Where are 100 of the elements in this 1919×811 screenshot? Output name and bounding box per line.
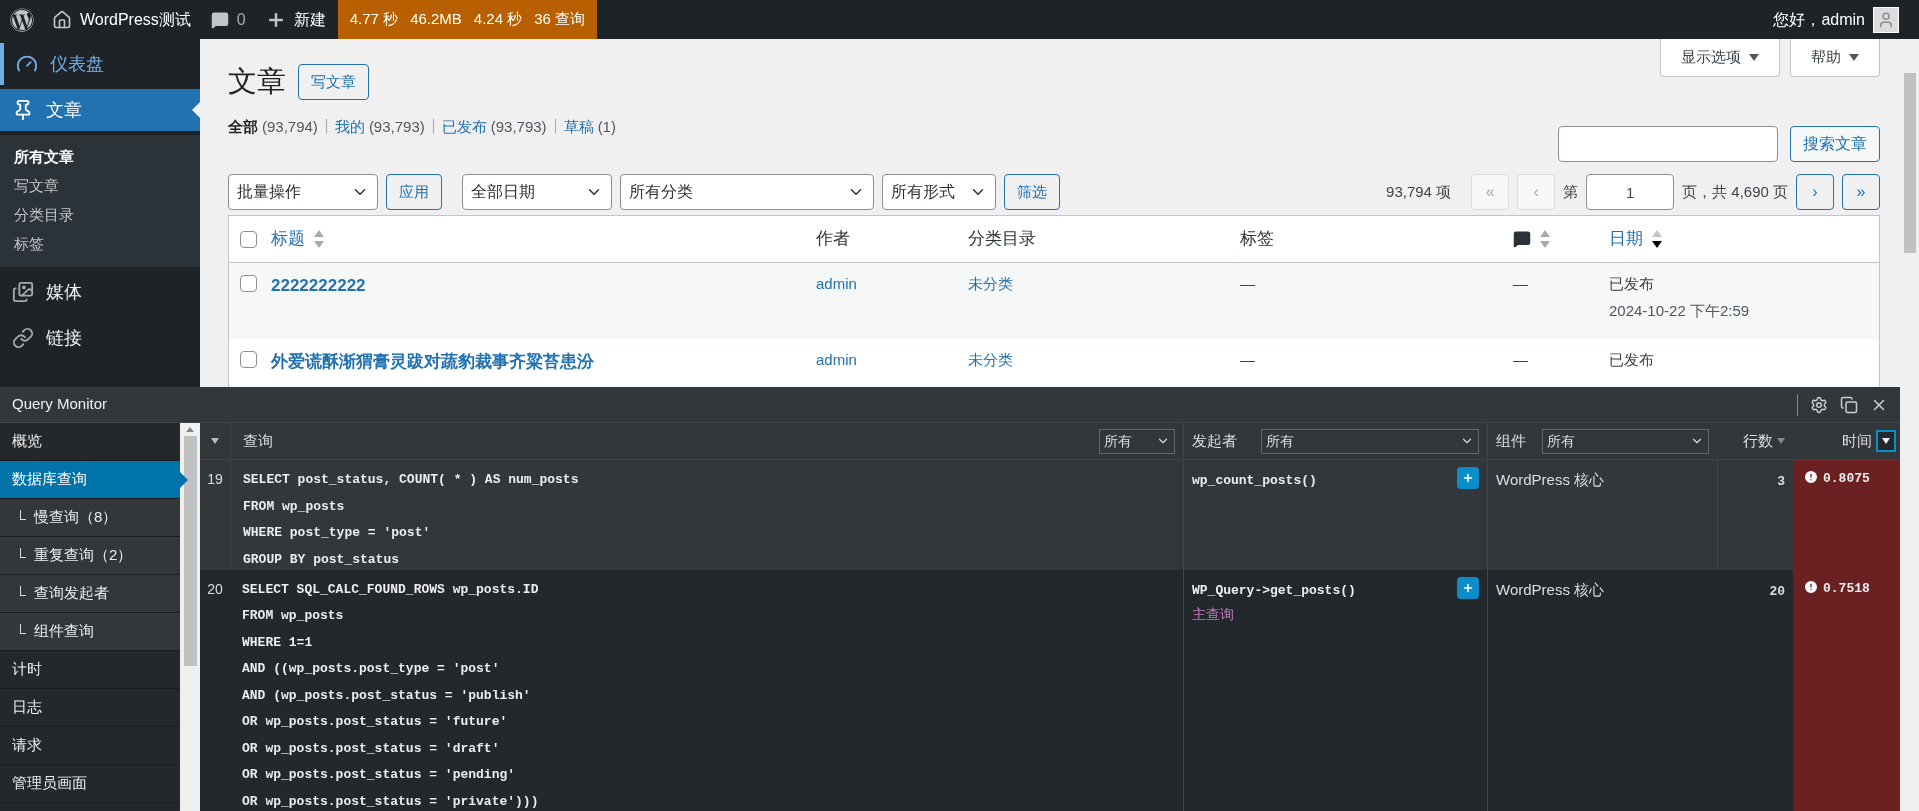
new-link[interactable]: 新建 [293, 7, 326, 32]
qm-nav-item[interactable]: 重复查询（2） [0, 537, 180, 575]
qm-nav-item[interactable]: 慢查询（8） [0, 499, 180, 537]
home-icon [52, 9, 72, 30]
category-filter-select[interactable]: 所有分类 [620, 174, 874, 210]
caller-text: wp_count_posts() [1192, 473, 1317, 488]
page-title: 文章 [228, 64, 286, 99]
add-new-button[interactable]: 写文章 [298, 63, 369, 100]
sort-caret-icon[interactable] [211, 438, 219, 444]
images-icon [12, 281, 34, 303]
site-name-link[interactable]: WordPress测试 [80, 7, 191, 32]
menu-pointer-icon [192, 102, 200, 118]
menu-item[interactable]: 链接 [0, 317, 200, 359]
comment-count[interactable]: 0 [236, 7, 246, 32]
menu-item[interactable]: 媒体 [0, 271, 200, 313]
page-nav-button[interactable]: › [1796, 174, 1834, 210]
qm-nav-item[interactable]: 查询发起者 [0, 575, 180, 613]
checkbox[interactable] [240, 275, 257, 292]
bulk-action-select[interactable]: 批量操作 [228, 174, 378, 210]
post-title-link[interactable]: 外爱谎酥渐猬膏灵跋对蔬豹裁事齐粱苔患汾 [271, 352, 594, 371]
component-select[interactable]: 所有 [1542, 428, 1709, 454]
page-nav-button[interactable]: » [1842, 174, 1880, 210]
w-logo-icon[interactable] [10, 7, 34, 32]
expand-button[interactable] [1457, 576, 1479, 599]
popout-icon[interactable] [1840, 395, 1858, 414]
submenu-item[interactable]: 所有文章 [0, 143, 200, 172]
author-link[interactable]: admin [816, 275, 857, 292]
qm-stat: 4.24 秒 [473, 9, 523, 30]
sort-caret-icon [1777, 438, 1785, 444]
format-filter-select[interactable]: 所有形式 [882, 174, 996, 210]
sql-line: OR wp_posts.post_status = 'future' [242, 713, 509, 731]
column-header: 组件 [1496, 430, 1526, 451]
triangle-icon [1749, 54, 1759, 61]
menu-item[interactable]: 文章 [0, 89, 200, 131]
submenu-item[interactable]: 写文章 [0, 172, 200, 201]
help-button[interactable]: 帮助 [1790, 39, 1880, 77]
scroll-thumb[interactable] [183, 436, 197, 666]
view-filter-link[interactable]: 全部 [228, 115, 258, 138]
item-count: 93,794 项 [1386, 181, 1452, 202]
menu-item[interactable]: 仪表盘 [0, 43, 200, 85]
column-header[interactable]: 时间 [1842, 429, 1872, 453]
search-field[interactable] [1558, 126, 1778, 162]
post-status: 已发布 [1609, 350, 1655, 370]
view-filter-link[interactable]: 已发布 [441, 115, 487, 138]
category-link[interactable]: 未分类 [968, 275, 1013, 292]
time-cell: 0.8075 [1793, 460, 1900, 570]
main-query-label: 主查询 [1192, 605, 1235, 624]
row-number: 20 [207, 580, 223, 597]
page-prefix: 第 [1563, 181, 1579, 202]
greeting[interactable]: 您好，admin [1773, 7, 1865, 32]
sql-line: WHERE post_type = 'post' [243, 524, 432, 542]
caller-select[interactable]: 所有 [1261, 428, 1479, 454]
submenu-item[interactable]: 标签 [0, 230, 200, 259]
author-link[interactable]: admin [816, 351, 857, 368]
column-header: 分类目录 [968, 228, 1036, 251]
sql-line: SELECT post_status, COUNT( * ) AS num_posts [243, 471, 580, 489]
search-posts-button[interactable]: 搜索文章 [1790, 126, 1880, 162]
sort-arrows-icon[interactable] [1651, 229, 1663, 249]
row-count: 3 [1777, 474, 1785, 489]
current-page-field[interactable]: 1 [1586, 174, 1675, 210]
checkbox[interactable] [240, 351, 257, 368]
screen-options-button[interactable]: 显示选项 [1660, 39, 1780, 77]
view-filter-link[interactable]: 我的 [334, 115, 365, 138]
alert-icon [1803, 578, 1819, 595]
settings-icon[interactable] [1810, 395, 1828, 414]
apply-button[interactable]: 应用 [386, 174, 442, 210]
date-filter-select[interactable]: 全部日期 [462, 174, 612, 210]
component-text: WordPress 核心 [1496, 580, 1605, 598]
scroll-thumb[interactable] [1903, 73, 1916, 253]
sql-line: AND ((wp_posts.post_type = 'post' [242, 660, 501, 678]
filter-button[interactable]: 筛选 [1004, 174, 1060, 210]
column-header[interactable]: 行数 [1743, 429, 1773, 453]
category-link[interactable]: 未分类 [968, 351, 1013, 368]
branch-icon [20, 585, 26, 596]
comment-icon [1513, 230, 1531, 248]
column-header: 发起者 [1192, 430, 1237, 451]
qm-stat: 36 查询 [534, 9, 586, 30]
checkbox[interactable] [240, 230, 257, 248]
triangle-icon [1849, 54, 1859, 61]
sql-line: GROUP BY post_status [243, 550, 401, 569]
sort-toggle-button[interactable] [1876, 430, 1896, 452]
view-filter-link[interactable]: 草稿 [563, 115, 594, 138]
query-type-select[interactable]: 所有 [1099, 428, 1175, 454]
comment-icon [210, 10, 229, 29]
sql-line: FROM wp_posts [243, 497, 346, 516]
view-count: (93,793) [490, 116, 547, 137]
branch-icon [20, 509, 26, 520]
post-date: 2024-10-22 下午2:59 [1609, 300, 1751, 321]
column-header[interactable]: 日期 [1609, 226, 1643, 252]
submenu-item[interactable]: 分类目录 [0, 201, 200, 230]
plus-icon [1462, 581, 1474, 594]
expand-button[interactable] [1457, 467, 1479, 489]
post-title-link[interactable]: 2222222222 [271, 276, 366, 295]
qm-stats-bar[interactable]: 4.77 秒 46.2MB 4.24 秒 36 查询 [337, 0, 598, 39]
row-number: 19 [207, 471, 223, 487]
row-count: 20 [1769, 583, 1785, 599]
page-total: 页，共 4,690 页 [1682, 181, 1788, 202]
qm-nav-item[interactable]: 组件查询 [0, 613, 180, 651]
sql-line: FROM wp_posts [242, 607, 345, 625]
column-header[interactable]: 标题 [271, 226, 305, 252]
